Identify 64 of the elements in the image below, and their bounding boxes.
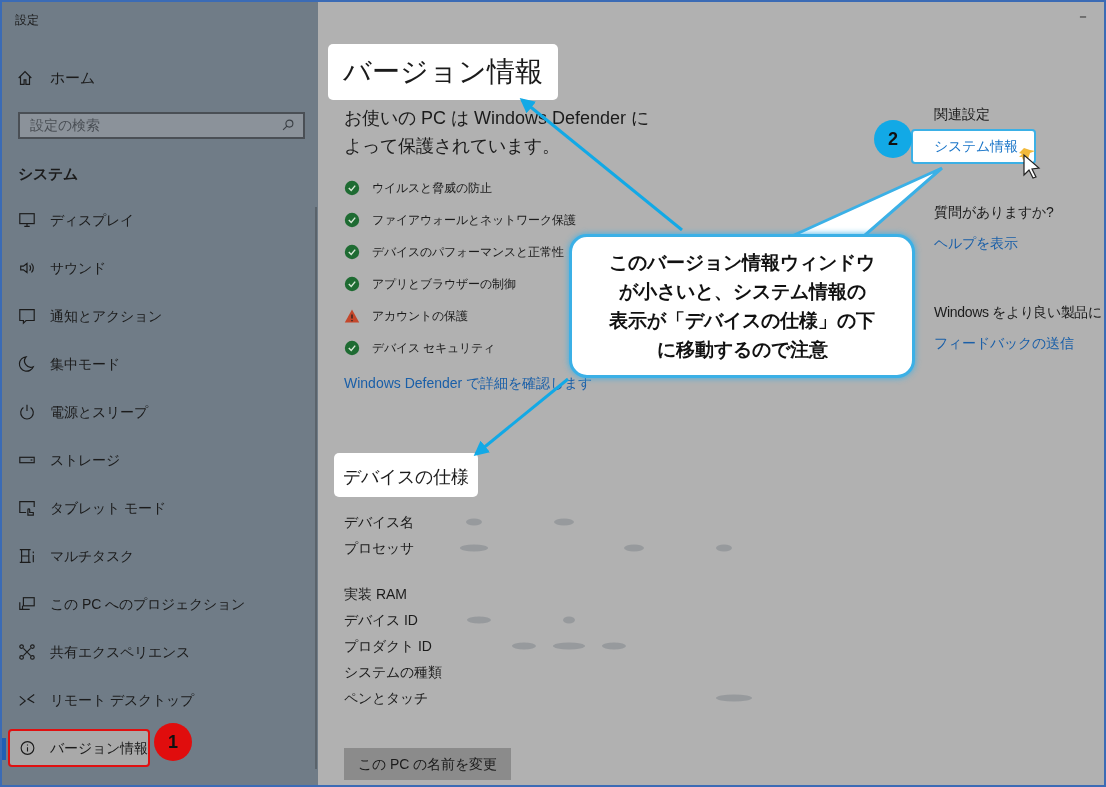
message-icon: [18, 307, 36, 325]
sidebar-item[interactable]: ストレージ: [18, 449, 120, 471]
feedback-heading: Windows をより良い製品に: [934, 303, 1102, 322]
help-link[interactable]: ヘルプを表示: [934, 233, 1018, 254]
spec-label: ペンとタッチ: [344, 688, 428, 708]
power-icon: [18, 403, 36, 421]
multitask-icon: [18, 547, 36, 565]
spec-label: プロダクト ID: [344, 636, 432, 656]
rename-button[interactable]: この PC の名前を変更: [344, 748, 512, 780]
cursor-icon: [1019, 148, 1041, 179]
sidebar-item[interactable]: タブレット モード: [18, 497, 166, 519]
info-icon: [19, 739, 36, 757]
check-circle-icon: [344, 212, 360, 228]
sidebar-item[interactable]: 電源とスリープ: [18, 401, 148, 423]
page-heading: バージョン情報: [328, 44, 558, 100]
sidebar-item[interactable]: サウンド: [18, 257, 106, 279]
check-circle-icon: [344, 180, 360, 196]
check-circle-icon: [344, 244, 360, 260]
status-text: ファイアウォールとネットワーク保護: [372, 212, 576, 229]
search-field[interactable]: 設定の検索: [18, 111, 305, 139]
minimize-button[interactable]: －: [1076, 6, 1090, 27]
sidebar-item[interactable]: ディスプレイ: [18, 209, 134, 231]
blur-smudge: [716, 694, 752, 702]
spec-label: デバイス名: [344, 512, 414, 532]
warning-icon: [344, 308, 360, 324]
window-title: 設定: [15, 12, 39, 29]
status-text: デバイスのパフォーマンスと正常性: [372, 244, 564, 261]
sidebar-item[interactable]: この PC へのプロジェクション: [18, 593, 246, 615]
step-badge: 2: [874, 120, 912, 158]
check-circle-icon: [344, 276, 360, 292]
share-icon: [18, 643, 36, 661]
projection-icon: [18, 595, 36, 613]
check-circle-icon: [344, 340, 360, 356]
tablet-icon: [18, 499, 36, 517]
selection-bar: [2, 738, 6, 760]
sidebar-item[interactable]: 集中モード: [18, 353, 120, 375]
question-heading: 質問がありますか?: [934, 203, 1054, 222]
status-text: ウイルスと脅威の防止: [372, 180, 492, 197]
sidebar-item[interactable]: バージョン情報: [8, 729, 150, 767]
spec-label: システムの種類: [344, 662, 442, 682]
spec-label: プロセッサ: [344, 538, 414, 558]
spec-label: 実装 RAM: [344, 584, 407, 604]
feedback-link[interactable]: フィードバックの送信: [934, 333, 1074, 354]
status-text: デバイス セキュリティ: [372, 340, 496, 357]
spec-label: デバイス ID: [344, 610, 418, 630]
home-icon: [16, 69, 34, 88]
home-link[interactable]: ホーム: [16, 67, 95, 90]
display-icon: [18, 211, 36, 229]
section-heading: システム: [18, 163, 78, 184]
speaker-icon: [18, 259, 36, 277]
sidebar-item[interactable]: リモート デスクトップ: [18, 689, 194, 711]
search-icon: [281, 117, 295, 132]
sidebar-item[interactable]: 共有エクスペリエンス: [18, 641, 190, 663]
callout-text: このバージョン情報ウィンドウ が小さいと、システム情報の 表示が「デバイスの仕様」の下 に移動するので注意: [609, 251, 875, 362]
sidebar-item[interactable]: 通知とアクション: [18, 305, 162, 327]
remote-icon: [18, 691, 36, 709]
section-heading: デバイスの仕様: [334, 453, 478, 497]
related-heading: 関連設定: [934, 105, 990, 124]
status-text: アプリとブラウザーの制御: [372, 276, 516, 293]
protection-text: お使いの PC は Windows Defender によって保護されています。: [344, 107, 651, 158]
status-text: アカウントの保護: [372, 308, 468, 325]
moon-icon: [18, 355, 36, 373]
system-info-link[interactable]: システム情報: [911, 129, 1036, 164]
sidebar-item[interactable]: マルチタスク: [18, 545, 134, 567]
